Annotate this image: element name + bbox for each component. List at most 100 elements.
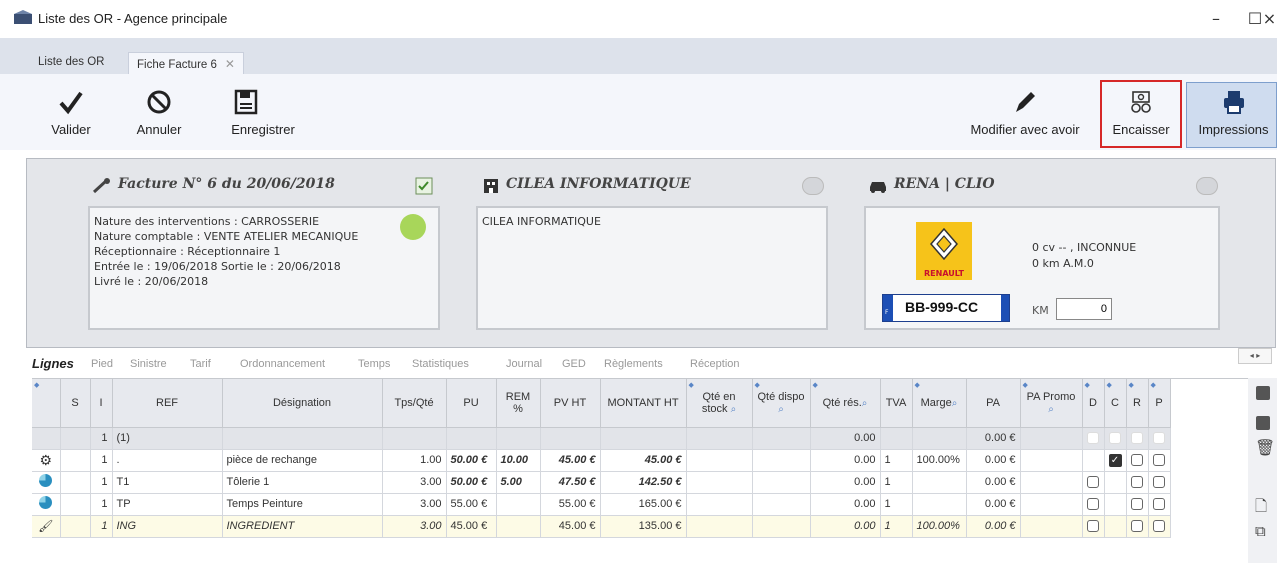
checkbox-r[interactable] bbox=[1131, 432, 1143, 445]
cell-d[interactable] bbox=[1082, 427, 1105, 450]
tab-fiche-facture[interactable]: Fiche Facture 6 ✕ bbox=[128, 52, 244, 74]
cell-c[interactable] bbox=[1104, 493, 1127, 516]
save-icon bbox=[234, 89, 258, 115]
encaisser-button[interactable]: Encaisser bbox=[1102, 74, 1180, 150]
checkbox-p[interactable] bbox=[1153, 498, 1165, 511]
copy-document-icon[interactable]: ⧉ bbox=[1255, 522, 1266, 540]
modifier-avec-avoir-button[interactable]: Modifier avec avoir bbox=[958, 74, 1092, 150]
col-header-d[interactable]: ◆ D bbox=[1082, 379, 1105, 428]
subtab-ordonnancement[interactable]: Ordonnancement bbox=[240, 358, 325, 370]
cell-d[interactable] bbox=[1082, 515, 1105, 538]
cell-c[interactable]: ✓ bbox=[1104, 449, 1127, 472]
col-header-rem[interactable]: REM % bbox=[496, 379, 541, 428]
minimize-button[interactable]: – bbox=[1196, 6, 1236, 32]
eye-icon[interactable] bbox=[1196, 177, 1218, 195]
cell-d[interactable] bbox=[1082, 493, 1105, 516]
cell-r[interactable] bbox=[1126, 515, 1149, 538]
checkbox-d[interactable] bbox=[1087, 476, 1099, 489]
table-row[interactable]: 1 TP Temps Peinture 3.00 55.00 € 55.00 €… bbox=[32, 493, 1171, 516]
cell-p[interactable] bbox=[1148, 449, 1171, 472]
checkbox-p[interactable] bbox=[1153, 520, 1165, 533]
subtab-tarif[interactable]: Tarif bbox=[190, 358, 211, 370]
col-header-pu[interactable]: PU bbox=[446, 379, 497, 428]
cell-d[interactable] bbox=[1082, 471, 1105, 494]
cell-r[interactable] bbox=[1126, 427, 1149, 450]
col-header-p[interactable]: ◆ P bbox=[1148, 379, 1171, 428]
cell-r[interactable] bbox=[1126, 449, 1149, 472]
checked-checkbox-icon[interactable]: ✓ bbox=[1108, 453, 1122, 467]
table-row[interactable]: ⚙ 1 . pièce de rechange 1.00 50.00 € 10.… bbox=[32, 449, 1171, 472]
checkbox-c[interactable] bbox=[1109, 432, 1121, 445]
subtab-statistiques[interactable]: Statistiques bbox=[412, 358, 469, 370]
cell-p[interactable] bbox=[1148, 515, 1171, 538]
search-icon[interactable]: ⌕ bbox=[1048, 404, 1054, 415]
search-icon[interactable]: ⌕ bbox=[731, 404, 737, 415]
cell-c[interactable] bbox=[1104, 471, 1127, 494]
trash-icon[interactable]: 🗑 bbox=[1255, 438, 1275, 457]
col-header-marge[interactable]: ◆ Marge⌕ bbox=[912, 379, 967, 428]
checkbox-d[interactable] bbox=[1087, 520, 1099, 533]
enregistrer-button[interactable]: Enregistrer bbox=[224, 74, 302, 150]
col-header-pa[interactable]: PA bbox=[966, 379, 1021, 428]
col-header-tps[interactable]: Tps/Qté bbox=[382, 379, 447, 428]
col-header-pvht[interactable]: PV HT bbox=[540, 379, 601, 428]
checkbox-d[interactable] bbox=[1087, 432, 1099, 445]
cell-p[interactable] bbox=[1148, 471, 1171, 494]
checkbox-r[interactable] bbox=[1131, 476, 1143, 489]
cell-p[interactable] bbox=[1148, 427, 1171, 450]
subtab-ged[interactable]: GED bbox=[562, 358, 586, 370]
subtab-sinistre[interactable]: Sinistre bbox=[130, 358, 167, 370]
search-icon[interactable]: ⌕ bbox=[952, 398, 958, 409]
col-header-s[interactable]: S bbox=[60, 379, 91, 428]
checkbox-r[interactable] bbox=[1131, 454, 1143, 467]
impressions-button[interactable]: Impressions bbox=[1190, 74, 1277, 150]
checkmark-icon bbox=[59, 91, 83, 115]
eye-icon[interactable] bbox=[802, 177, 824, 195]
col-header-qte-stock[interactable]: ◆ Qté en stock ⌕ bbox=[686, 379, 753, 428]
km-input[interactable] bbox=[1056, 298, 1112, 320]
cell-r[interactable] bbox=[1126, 471, 1149, 494]
cell-r[interactable] bbox=[1126, 493, 1149, 516]
col-header-pa-promo[interactable]: ◆ PA Promo ⌕ bbox=[1020, 379, 1083, 428]
cell-p[interactable] bbox=[1148, 493, 1171, 516]
col-header-designation[interactable]: Désignation bbox=[222, 379, 383, 428]
cell-c[interactable] bbox=[1104, 427, 1127, 450]
col-header-i[interactable]: I bbox=[90, 379, 113, 428]
subtab-lignes[interactable]: Lignes bbox=[32, 356, 74, 371]
move-up-button[interactable] bbox=[1256, 386, 1270, 400]
close-window-button[interactable]: × bbox=[1262, 6, 1277, 32]
search-icon[interactable]: ⌕ bbox=[778, 404, 784, 415]
checklist-icon[interactable] bbox=[415, 177, 433, 195]
col-header-montant[interactable]: MONTANT HT bbox=[600, 379, 687, 428]
subtab-journal[interactable]: Journal bbox=[506, 358, 542, 370]
cell-c[interactable] bbox=[1104, 515, 1127, 538]
subtab-pied[interactable]: Pied bbox=[91, 358, 113, 370]
col-header-tva[interactable]: TVA bbox=[880, 379, 913, 428]
subtab-reception[interactable]: Réception bbox=[690, 358, 740, 370]
col-header-qte-dispo[interactable]: ◆ Qté dispo ⌕ bbox=[752, 379, 811, 428]
col-header-ref[interactable]: REF bbox=[112, 379, 223, 428]
valider-button[interactable]: Valider bbox=[46, 74, 96, 150]
subtab-reglements[interactable]: Règlements bbox=[604, 358, 663, 370]
move-down-button[interactable] bbox=[1256, 416, 1270, 430]
subtab-temps[interactable]: Temps bbox=[358, 358, 390, 370]
new-document-icon[interactable]: 🗋 bbox=[1255, 496, 1267, 521]
checkbox-p[interactable] bbox=[1153, 476, 1165, 489]
search-icon[interactable]: ⌕ bbox=[862, 398, 868, 409]
annuler-button[interactable]: Annuler bbox=[128, 74, 190, 150]
checkbox-d[interactable] bbox=[1087, 498, 1099, 511]
table-row[interactable]: 1 T1 Tôlerie 1 3.00 50.00 € 5.00 47.50 €… bbox=[32, 471, 1171, 494]
tab-scroll-arrows[interactable]: ◂ ▸ bbox=[1238, 348, 1272, 364]
table-row[interactable]: 🖌 1 ING INGREDIENT 3.00 45.00 € 45.00 € … bbox=[32, 515, 1171, 538]
col-header-qte-res[interactable]: ◆ Qté rés.⌕ bbox=[810, 379, 881, 428]
close-tab-icon[interactable]: ✕ bbox=[225, 57, 235, 71]
col-header-c[interactable]: ◆ C bbox=[1104, 379, 1127, 428]
cell-d[interactable] bbox=[1082, 449, 1105, 472]
checkbox-r[interactable] bbox=[1131, 520, 1143, 533]
table-row[interactable]: 1 (1) 0.00 0.00 € bbox=[32, 427, 1171, 450]
checkbox-p[interactable] bbox=[1153, 432, 1165, 445]
checkbox-p[interactable] bbox=[1153, 454, 1165, 467]
col-header-r[interactable]: ◆ R bbox=[1126, 379, 1149, 428]
checkbox-r[interactable] bbox=[1131, 498, 1143, 511]
tab-liste-des-or[interactable]: Liste des OR bbox=[30, 52, 112, 74]
